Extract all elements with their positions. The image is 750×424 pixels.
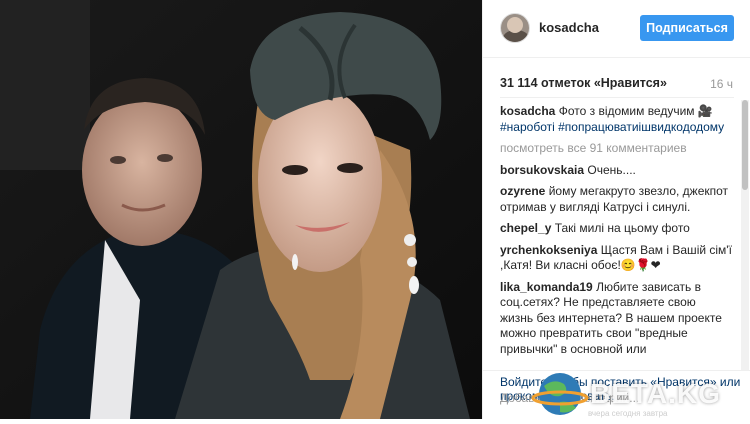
hashtag[interactable]: #попрацюватиішвидкододому — [558, 120, 724, 134]
avatar[interactable] — [500, 13, 530, 43]
watermark: BETA.KG вчера сегодня завтра — [530, 368, 750, 419]
comment-text: Очень.... — [587, 162, 636, 177]
comment-text: Фото з відомим ведучим 🎥 — [558, 104, 713, 118]
comment-username[interactable]: ozyrene — [500, 184, 545, 198]
caption: kosadcha Фото з відомим ведучим 🎥 #нароб… — [500, 104, 732, 135]
hashtag[interactable]: #нароботі — [500, 120, 555, 134]
list-item: lika_komanda19 Любите зависать в соц.сет… — [500, 280, 732, 358]
author-username[interactable]: kosadcha — [539, 20, 599, 35]
comment-text: Такі милі на цьому фото — [554, 221, 690, 235]
follow-button[interactable]: Подписаться — [640, 15, 734, 41]
divider — [500, 97, 734, 98]
comments-list: kosadcha Фото з відомим ведучим 🎥 #нароб… — [500, 104, 732, 363]
post-sidebar: kosadcha Подписаться 31 114 отметок «Нра… — [482, 0, 750, 419]
comment-username[interactable]: borsukovskaia — [500, 163, 584, 177]
comment-username[interactable]: yrchenkokseniya — [500, 243, 597, 257]
post-time[interactable]: 16 ч — [710, 77, 733, 91]
list-item: chepel_y Такі милі на цьому фото — [500, 221, 732, 237]
watermark-brand: BETA.KG — [590, 378, 721, 409]
post-photo[interactable] — [0, 0, 482, 419]
scrollbar-thumb[interactable] — [742, 100, 748, 190]
globe-logo-icon — [531, 373, 589, 415]
photo-image — [0, 0, 482, 419]
comment-username[interactable]: chepel_y — [500, 221, 551, 235]
list-item: borsukovskaia Очень.... — [500, 163, 732, 179]
view-all-comments-link[interactable]: посмотреть все 91 комментариев — [500, 141, 732, 157]
list-item: ozyrene йому мегакруто звезло, джекпот о… — [500, 184, 732, 215]
comment-username[interactable]: kosadcha — [500, 104, 555, 118]
post-header: kosadcha Подписаться — [483, 0, 750, 58]
likes-count[interactable]: 31 114 отметок «Нравится» — [500, 76, 667, 90]
list-item: yrchenkokseniya Щастя Вам і Вашій сім'ї … — [500, 243, 732, 274]
watermark-tagline: вчера сегодня завтра — [588, 409, 668, 418]
comment-username[interactable]: lika_komanda19 — [500, 280, 593, 294]
